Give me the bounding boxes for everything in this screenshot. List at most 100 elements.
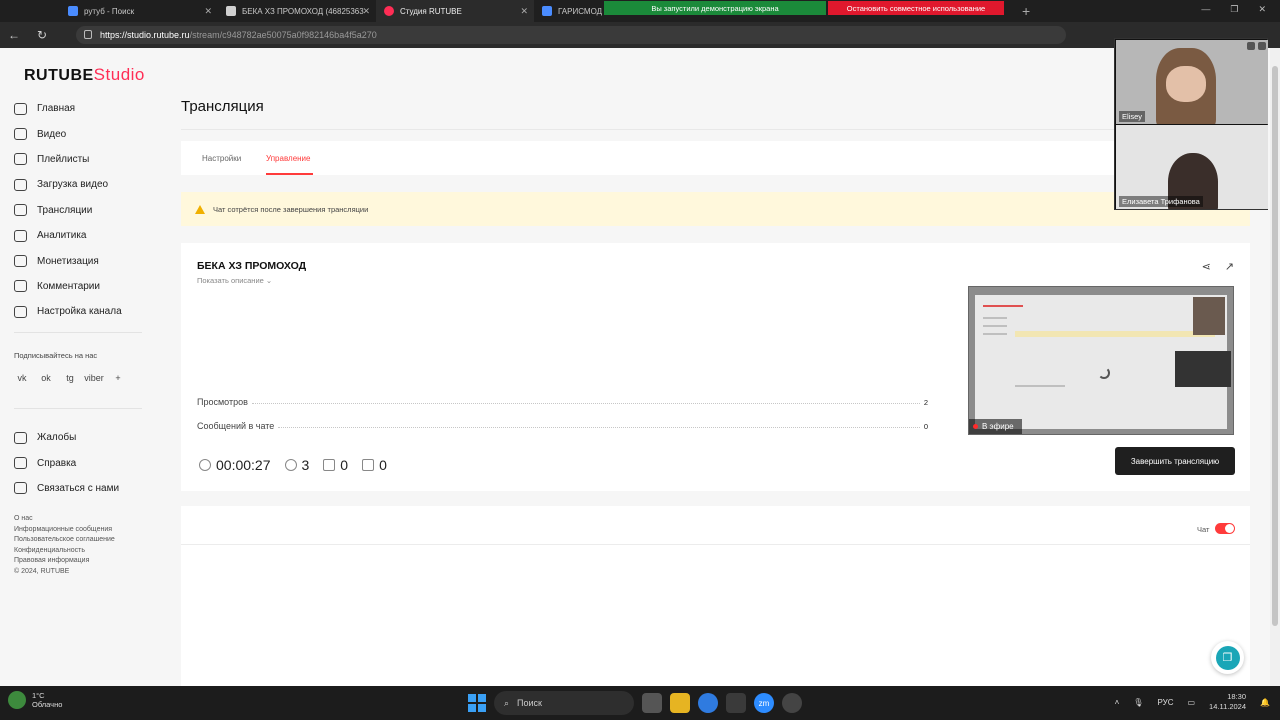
stream-preview[interactable]: В эфире xyxy=(968,286,1234,435)
open-external-icon[interactable]: ↗ xyxy=(1225,260,1234,273)
loading-spinner-icon xyxy=(1098,367,1110,379)
task-view-icon[interactable] xyxy=(642,693,662,713)
call-control-icon[interactable] xyxy=(1247,42,1255,50)
metric-dislikes: 0 xyxy=(362,457,387,473)
rutube-icon xyxy=(384,6,394,16)
support-chat-button[interactable]: ❐ xyxy=(1211,641,1244,674)
mail-icon xyxy=(14,482,27,495)
reload-icon[interactable]: ↻ xyxy=(28,28,56,42)
notification-icon[interactable]: 🔔 xyxy=(1260,698,1270,707)
minimize-icon[interactable]: — xyxy=(1201,4,1210,15)
call-controls xyxy=(1247,42,1266,50)
sidebar-item-label: Главная xyxy=(37,103,76,115)
vk-icon[interactable]: vk xyxy=(14,370,30,386)
settings-gear-icon[interactable] xyxy=(782,693,802,713)
maximize-icon[interactable]: ❐ xyxy=(1230,4,1238,15)
browser-tab[interactable] xyxy=(0,0,60,22)
end-stream-button[interactable]: Завершить трансляцию xyxy=(1115,447,1235,475)
system-clock[interactable]: 18:30 14.11.2024 xyxy=(1209,692,1246,712)
sidebar-item-home[interactable]: Главная xyxy=(14,96,154,121)
browser-tab-stream[interactable]: БЕКА ХЗ ПРОМОХОД (46825363 ✕ xyxy=(218,0,376,22)
sidebar-item-label: Справка xyxy=(37,457,77,469)
stop-sharing-button[interactable]: Остановить совместное использование xyxy=(828,1,1004,15)
url-field[interactable]: https://studio.rutube.ru/stream/c948782a… xyxy=(76,26,1066,44)
back-icon[interactable]: ← xyxy=(0,28,28,42)
file-explorer-icon[interactable] xyxy=(670,693,690,713)
store-icon[interactable] xyxy=(726,693,746,713)
microphone-icon[interactable]: 🎙 xyxy=(1133,698,1143,707)
legal-link[interactable]: Конфиденциальность xyxy=(14,546,115,557)
sidebar-item-monetization[interactable]: Монетизация xyxy=(14,248,154,273)
ok-icon[interactable]: ok xyxy=(38,370,54,386)
legal-link[interactable]: Правовая информация xyxy=(14,556,115,567)
participant-tile[interactable]: Елизавета Трифанова xyxy=(1116,125,1268,209)
rutube-studio-logo[interactable]: RUTUBEStudio xyxy=(24,65,145,85)
thumbs-up-icon xyxy=(323,459,336,471)
show-description-link[interactable]: Показать описание ⌄ xyxy=(197,276,272,285)
sidebar-item-contact[interactable]: Связаться с нами xyxy=(14,476,154,501)
scrollbar-thumb[interactable] xyxy=(1272,66,1278,626)
legal-link[interactable]: О нас xyxy=(14,514,115,525)
metric-value: 0 xyxy=(379,457,387,473)
language-indicator[interactable]: РУС xyxy=(1157,698,1173,707)
stream-title: БЕКА ХЗ ПРОМОХОД xyxy=(197,260,307,272)
tab-management[interactable]: Управление xyxy=(266,154,310,163)
call-control-icon[interactable] xyxy=(1258,42,1266,50)
sidebar-item-help[interactable]: Справка xyxy=(14,450,154,475)
lock-icon xyxy=(84,30,92,39)
legal-link[interactable]: Пользовательское соглашение xyxy=(14,535,115,546)
close-icon[interactable]: ✕ xyxy=(362,6,370,17)
sidebar-item-broadcasts[interactable]: Трансляции xyxy=(14,198,154,223)
tab-title: ГАРИСМОД xyxy=(558,6,603,16)
sidebar-item-comments[interactable]: Комментарии xyxy=(14,274,154,299)
warning-icon xyxy=(195,204,205,214)
chat-toggle[interactable] xyxy=(1215,523,1235,534)
page-icon xyxy=(226,6,236,16)
monetization-icon xyxy=(14,255,27,268)
metric-value: 0 xyxy=(340,457,349,473)
stream-metrics: 00:00:27 3 0 0 xyxy=(199,457,387,473)
browser-tab-bar: рутуб - Поиск ✕ БЕКА ХЗ ПРОМОХОД (468253… xyxy=(0,0,1280,22)
share-icon[interactable]: ⋖ xyxy=(1202,260,1211,273)
windows-start-icon[interactable] xyxy=(468,694,486,712)
warning-text: Чат сотрётся после завершения трансляции xyxy=(213,204,369,214)
sidebar-item-label: Плейлисты xyxy=(37,153,90,165)
taskbar-search[interactable]: ⌕ Поиск xyxy=(494,691,634,715)
page-scrollbar[interactable] xyxy=(1270,48,1280,686)
telegram-icon[interactable]: tg xyxy=(62,370,78,386)
new-tab-icon[interactable]: + xyxy=(1022,3,1030,19)
broadcast-icon xyxy=(14,204,27,217)
zoom-icon[interactable]: zm xyxy=(754,693,774,713)
video-call-overlay[interactable]: Elisey Елизавета Трифанова xyxy=(1114,38,1268,210)
network-icon[interactable]: ▭ xyxy=(1187,698,1195,707)
browser-tab-studio[interactable]: Студия RUTUBE ✕ xyxy=(376,0,534,22)
legal-link[interactable]: Информационные сообщения xyxy=(14,525,115,536)
close-window-icon[interactable]: ✕ xyxy=(1258,4,1266,15)
sidebar-item-upload[interactable]: Загрузка видео xyxy=(14,172,154,197)
metric-value: 00:00:27 xyxy=(216,457,271,473)
more-icon[interactable]: + xyxy=(110,370,126,386)
browser-tab-search[interactable]: рутуб - Поиск ✕ xyxy=(60,0,218,22)
edge-browser-icon[interactable] xyxy=(698,693,718,713)
metric-viewers: 3 xyxy=(284,457,309,473)
sidebar-item-video[interactable]: Видео xyxy=(14,121,154,146)
browser-tab-garrysmod[interactable]: ГАРИСМОД xyxy=(534,0,604,22)
sidebar-item-channel-settings[interactable]: Настройка канала xyxy=(14,299,154,324)
search-icon: ⌕ xyxy=(504,697,510,708)
chevron-up-icon[interactable]: ˄ xyxy=(1115,698,1120,707)
tab-settings[interactable]: Настройки xyxy=(202,154,241,163)
weather-widget[interactable]: 1°C Облачно xyxy=(8,691,62,709)
sidebar-item-complaints[interactable]: Жалобы xyxy=(14,425,154,450)
sidebar-item-playlists[interactable]: Плейлисты xyxy=(14,147,154,172)
close-icon[interactable]: ✕ xyxy=(204,6,212,17)
sidebar-item-label: Настройка канала xyxy=(37,306,122,318)
weather-text: 1°C Облачно xyxy=(32,691,62,709)
sidebar-item-label: Жалобы xyxy=(37,432,77,444)
participant-name: Elisey xyxy=(1119,111,1146,122)
chat-label: Чат xyxy=(1197,525,1210,534)
close-icon[interactable]: ✕ xyxy=(520,6,528,17)
participant-tile[interactable]: Elisey xyxy=(1116,40,1268,124)
sidebar-item-label: Загрузка видео xyxy=(37,179,109,191)
sidebar-item-analytics[interactable]: Аналитика xyxy=(14,223,154,248)
viber-icon[interactable]: viber xyxy=(84,370,104,386)
